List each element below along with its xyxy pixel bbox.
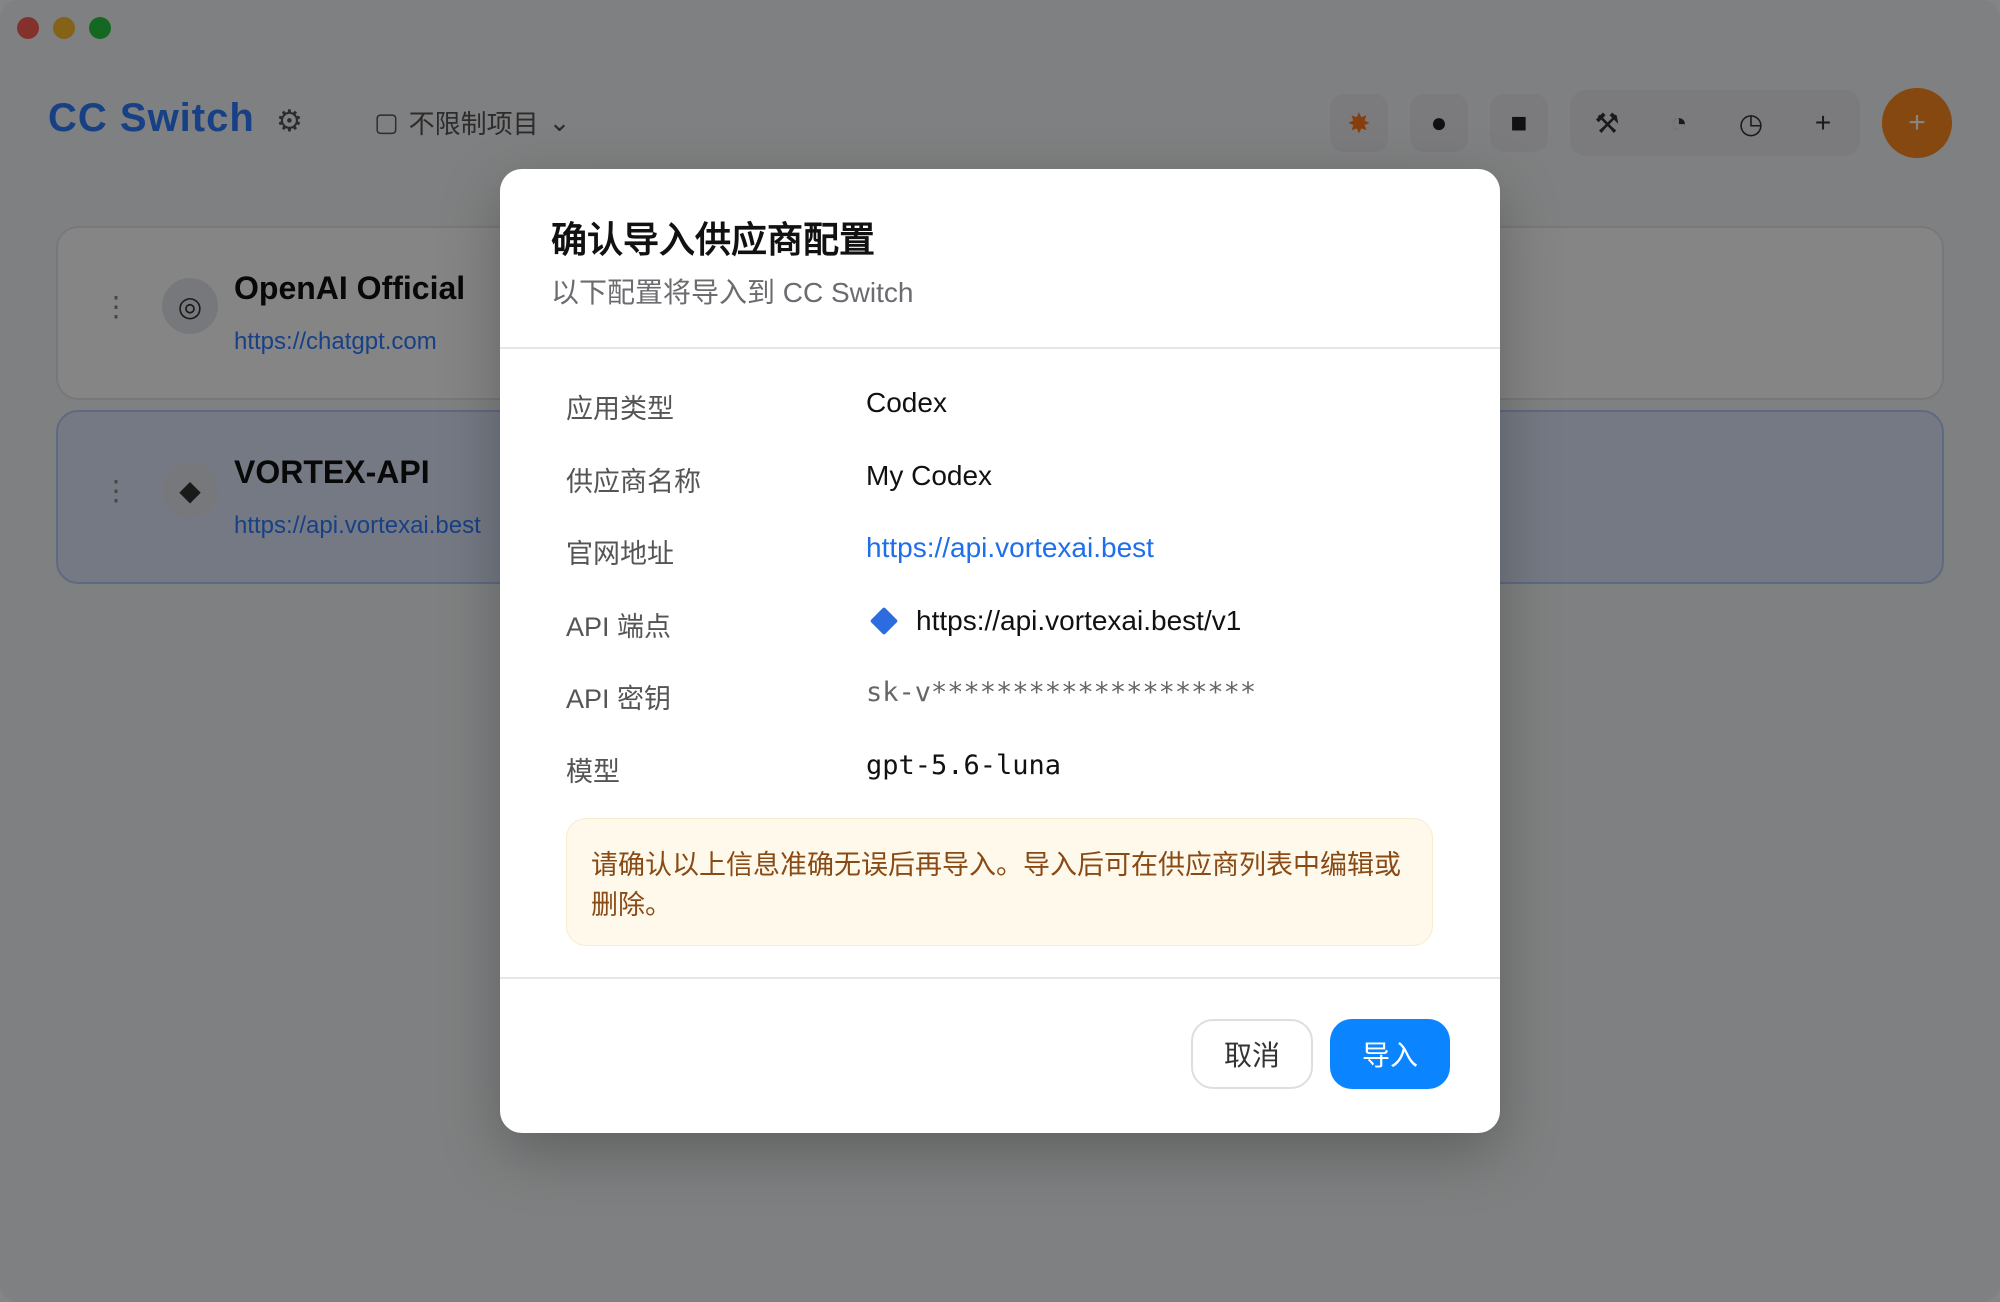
website-label: 官网地址 bbox=[566, 539, 674, 569]
import-button[interactable]: 导入 bbox=[1330, 1019, 1450, 1089]
detail-row-api-key: API 密钥 sk-v******************** bbox=[566, 659, 1446, 732]
dialog-header: 确认导入供应商配置 以下配置将导入到 CC Switch bbox=[500, 169, 1500, 349]
app-type-label: 应用类型 bbox=[566, 394, 674, 424]
api-key-value: sk-v******************** bbox=[866, 677, 1257, 708]
detail-row-endpoint: API 端点 https://api.vortexai.best/v1 bbox=[566, 587, 1446, 660]
detail-row-model: 模型 gpt-5.6-luna bbox=[566, 732, 1446, 805]
detail-row-app-type: 应用类型 Codex bbox=[566, 369, 1446, 442]
endpoint-value: https://api.vortexai.best/v1 bbox=[916, 604, 1242, 636]
dialog-title: 确认导入供应商配置 bbox=[551, 219, 876, 260]
model-value: gpt-5.6-luna bbox=[866, 749, 1062, 781]
detail-row-website: 官网地址 https://api.vortexai.best bbox=[566, 514, 1446, 587]
dialog-subtitle: 以下配置将导入到 CC Switch bbox=[551, 277, 914, 308]
website-link[interactable]: https://api.vortexai.best bbox=[866, 532, 1154, 564]
endpoint-value-wrap: https://api.vortexai.best/v1 bbox=[866, 605, 1241, 637]
endpoint-label: API 端点 bbox=[566, 611, 672, 642]
provider-name-value: My Codex bbox=[866, 459, 993, 491]
provider-name-label: 供应商名称 bbox=[566, 466, 701, 497]
warning-notice: 请确认以上信息准确无误后再导入。导入后可在供应商列表中编辑或删除。 bbox=[566, 818, 1433, 946]
diamond-icon bbox=[869, 606, 899, 635]
cancel-button[interactable]: 取消 bbox=[1191, 1019, 1313, 1089]
model-label: 模型 bbox=[566, 756, 620, 787]
app-type-value: Codex bbox=[866, 387, 947, 418]
detail-row-provider-name: 供应商名称 My Codex bbox=[566, 442, 1446, 515]
api-key-label: API 密钥 bbox=[566, 684, 672, 714]
import-confirm-dialog: 确认导入供应商配置 以下配置将导入到 CC Switch 应用类型 Codex … bbox=[500, 169, 1500, 1133]
dialog-footer: 取消 导入 bbox=[500, 977, 1500, 1133]
config-details: 应用类型 Codex 供应商名称 My Codex 官网地址 https://a… bbox=[566, 369, 1446, 804]
